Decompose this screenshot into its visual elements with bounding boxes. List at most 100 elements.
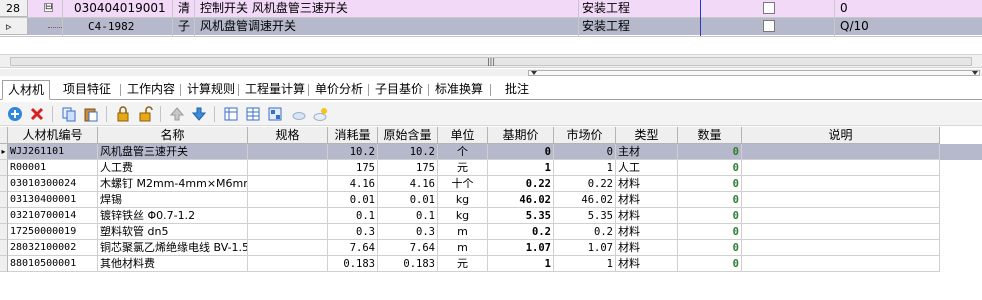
current-row-indicator[interactable]: ▸ <box>0 144 8 160</box>
cell-notes[interactable] <box>742 176 940 192</box>
cell-base-price[interactable]: 1.07 <box>488 240 554 256</box>
item-checkbox[interactable] <box>763 20 775 32</box>
cell-consumption[interactable]: 0.3 <box>328 224 378 240</box>
move-down-icon[interactable] <box>190 105 208 123</box>
cell-code[interactable]: 28032100002 <box>8 240 98 256</box>
cell-spec[interactable] <box>248 208 328 224</box>
row-indicator[interactable] <box>0 160 8 176</box>
column-header-name[interactable]: 名称 <box>98 127 248 144</box>
delete-icon[interactable] <box>28 105 46 123</box>
cell-name[interactable]: 人工费 <box>98 160 248 176</box>
cell-market-price[interactable]: 1 <box>554 256 616 272</box>
cell-base-price[interactable]: 0 <box>488 144 554 160</box>
lock-icon[interactable] <box>114 105 132 123</box>
tab-materials[interactable]: 人材机 <box>2 80 51 100</box>
cell-type[interactable]: 材料 <box>616 208 678 224</box>
row-indicator[interactable] <box>0 224 8 240</box>
cell-unit[interactable]: m <box>438 240 488 256</box>
cell-unit[interactable]: kg <box>438 192 488 208</box>
cell-market-price[interactable]: 46.02 <box>554 192 616 208</box>
cell-market-price[interactable]: 0.2 <box>554 224 616 240</box>
cell-consumption[interactable]: 7.64 <box>328 240 378 256</box>
cell-notes[interactable] <box>742 240 940 256</box>
cell-name[interactable]: 镀锌铁丝 Φ0.7-1.2 <box>98 208 248 224</box>
cell-code[interactable]: 17250000019 <box>8 224 98 240</box>
cell-notes[interactable] <box>742 224 940 240</box>
cell-name[interactable]: 焊锡 <box>98 192 248 208</box>
cell-code[interactable]: 03130400001 <box>8 192 98 208</box>
column-header-quantity[interactable]: 数量 <box>678 127 742 144</box>
paste-icon[interactable] <box>82 105 100 123</box>
add-icon[interactable] <box>6 105 24 123</box>
cell-original-content[interactable]: 175 <box>378 160 438 176</box>
tree-collapse-icon[interactable]: ⊟ <box>44 3 53 12</box>
cell-spec[interactable] <box>248 160 328 176</box>
cell-name[interactable]: 木螺钉 M2mm-4mm×M6mm-65mm <box>98 176 248 192</box>
cell-type[interactable]: 材料 <box>616 256 678 272</box>
cell-unit[interactable]: 十个 <box>438 176 488 192</box>
cell-type[interactable]: 材料 <box>616 176 678 192</box>
cell-base-price[interactable]: 5.35 <box>488 208 554 224</box>
splitter-handle[interactable] <box>528 70 980 76</box>
move-up-icon[interactable] <box>168 105 186 123</box>
cell-notes[interactable] <box>742 144 940 160</box>
cell-notes[interactable] <box>742 192 940 208</box>
cell-quantity[interactable]: 0 <box>678 224 742 240</box>
cell-base-price[interactable]: 0.2 <box>488 224 554 240</box>
item-checkbox[interactable] <box>763 2 775 14</box>
cell-original-content[interactable]: 0.183 <box>378 256 438 272</box>
cell-quantity[interactable]: 0 <box>678 208 742 224</box>
column-header-unit[interactable]: 单位 <box>438 127 488 144</box>
cell-type[interactable]: 主材 <box>616 144 678 160</box>
cell-consumption[interactable]: 0.1 <box>328 208 378 224</box>
table-row[interactable]: R00001 人工费 175 175 元 1 1 人工 0 <box>0 160 982 176</box>
cell-type[interactable]: 材料 <box>616 224 678 240</box>
tab-standard-conversion[interactable]: 标准换算 <box>430 80 488 100</box>
cell-name[interactable]: 风机盘管三速开关 <box>98 144 248 160</box>
cell-base-price[interactable]: 1 <box>488 160 554 176</box>
cell-unit[interactable]: kg <box>438 208 488 224</box>
cell-consumption[interactable]: 10.2 <box>328 144 378 160</box>
tab-features[interactable]: 项目特征 <box>58 80 116 100</box>
cell-unit[interactable]: 个 <box>438 144 488 160</box>
cell-quantity[interactable]: 0 <box>678 160 742 176</box>
cell-original-content[interactable]: 0.1 <box>378 208 438 224</box>
cloud-sun-icon[interactable] <box>290 105 308 123</box>
column-header-notes[interactable]: 说明 <box>742 127 940 144</box>
cell-base-price[interactable]: 1 <box>488 256 554 272</box>
cell-original-content[interactable]: 10.2 <box>378 144 438 160</box>
horizontal-scrollbar[interactable]: ||| <box>0 54 982 68</box>
cell-type[interactable]: 材料 <box>616 192 678 208</box>
cell-notes[interactable] <box>742 256 940 272</box>
grid-a-icon[interactable] <box>222 105 240 123</box>
column-header-spec[interactable]: 规格 <box>248 127 328 144</box>
cell-original-content[interactable]: 4.16 <box>378 176 438 192</box>
tab-unit-price-analysis[interactable]: 单价分析 <box>310 80 368 100</box>
cell-code[interactable]: R00001 <box>8 160 98 176</box>
grid-c-icon[interactable] <box>266 105 284 123</box>
cell-quantity[interactable]: 0 <box>678 144 742 160</box>
cell-spec[interactable] <box>248 240 328 256</box>
column-header-type[interactable]: 类型 <box>616 127 678 144</box>
column-header-original-content[interactable]: 原始含量 <box>378 127 438 144</box>
cell-original-content[interactable]: 0.3 <box>378 224 438 240</box>
row-indicator[interactable] <box>0 192 8 208</box>
cell-market-price[interactable]: 1 <box>554 160 616 176</box>
tab-calc-rules[interactable]: 计算规则 <box>182 80 240 100</box>
cell-spec[interactable] <box>248 144 328 160</box>
cell-consumption[interactable]: 0.01 <box>328 192 378 208</box>
cell-original-content[interactable]: 0.01 <box>378 192 438 208</box>
row-indicator[interactable] <box>0 256 8 272</box>
column-header-consumption[interactable]: 消耗量 <box>328 127 378 144</box>
cell-notes[interactable] <box>742 208 940 224</box>
grid-b-icon[interactable] <box>244 105 262 123</box>
cell-unit[interactable]: 元 <box>438 160 488 176</box>
table-row[interactable]: 28032100002 铜芯聚氯乙烯绝缘电线 BV-1.5 7.64 7.64 m 1.0… <box>0 240 982 256</box>
cell-consumption[interactable]: 175 <box>328 160 378 176</box>
table-row[interactable]: 17250000019 塑料软管 dn5 0.3 0.3 m 0.2 0.2 材料 0 <box>0 224 982 240</box>
row-indicator[interactable] <box>0 208 8 224</box>
table-row[interactable]: ▸ WJJ261101 风机盘管三速开关 10.2 10.2 个 0 0 主材 0 <box>0 144 982 160</box>
cell-market-price[interactable]: 0.22 <box>554 176 616 192</box>
table-row[interactable]: 03130400001 焊锡 0.01 0.01 kg 46.02 46.02 材料 0 <box>0 192 982 208</box>
column-header-code[interactable]: 人材机编号 <box>8 127 98 144</box>
